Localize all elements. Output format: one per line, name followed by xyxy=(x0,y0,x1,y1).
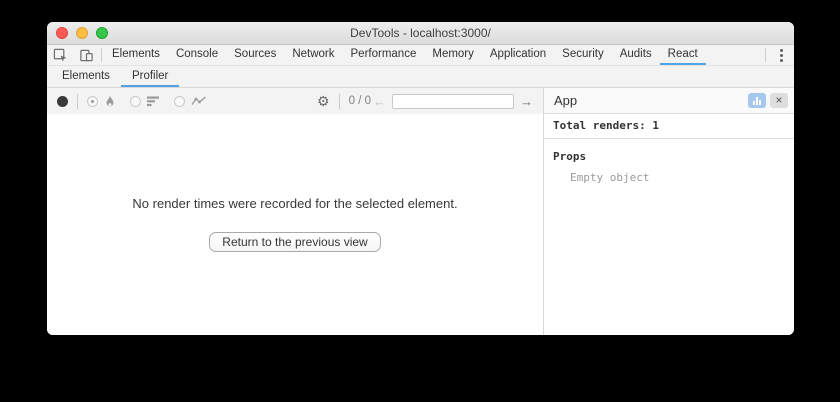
bar-chart-icon xyxy=(756,97,758,105)
tab-elements[interactable]: Elements xyxy=(104,45,168,65)
menu-divider xyxy=(765,48,766,62)
title-bar: DevTools - localhost:3000/ xyxy=(47,22,794,45)
flame-icon[interactable] xyxy=(104,95,116,108)
tab-audits[interactable]: Audits xyxy=(612,45,660,65)
minimize-window-button[interactable] xyxy=(76,27,88,39)
close-window-button[interactable] xyxy=(56,27,68,39)
tab-sources[interactable]: Sources xyxy=(226,45,284,65)
toggle-device-toolbar-button[interactable] xyxy=(73,45,99,65)
react-subtab-bar: Elements Profiler xyxy=(47,66,794,88)
inspect-cursor-icon xyxy=(53,48,68,63)
snapshot-counter: 0 / 0 xyxy=(349,95,371,107)
settings-gear-icon[interactable]: ⚙ xyxy=(317,94,330,108)
next-snapshot-arrow-icon[interactable]: → xyxy=(518,95,535,108)
tab-react[interactable]: React xyxy=(660,45,706,65)
bar-chart-icon xyxy=(759,100,761,105)
line-chart-icon[interactable] xyxy=(191,95,207,107)
kebab-menu-icon[interactable] xyxy=(768,45,794,65)
subtab-elements[interactable]: Elements xyxy=(51,66,121,87)
maximize-window-button[interactable] xyxy=(96,27,108,39)
ranked-view-option[interactable] xyxy=(130,96,160,107)
subtab-profiler[interactable]: Profiler xyxy=(121,66,179,87)
profiler-left-pane: ⚙ 0 / 0 ← → No render times were recorde… xyxy=(47,88,543,335)
selected-component-name: App xyxy=(554,93,577,108)
traffic-lights xyxy=(56,27,108,39)
toolbar-divider xyxy=(339,94,340,109)
close-panel-icon[interactable]: × xyxy=(770,93,788,108)
devtools-menu xyxy=(763,45,794,65)
flamegraph-radio[interactable] xyxy=(87,96,98,107)
tab-memory[interactable]: Memory xyxy=(424,45,482,65)
tab-application[interactable]: Application xyxy=(482,45,554,65)
return-previous-view-button[interactable]: Return to the previous view xyxy=(209,232,380,252)
interactions-view-option[interactable] xyxy=(174,95,207,107)
total-renders-row: Total renders: 1 xyxy=(544,114,794,139)
record-button[interactable] xyxy=(57,96,68,107)
ranked-bars-icon[interactable] xyxy=(147,96,160,107)
tab-performance[interactable]: Performance xyxy=(343,45,425,65)
inspect-element-button[interactable] xyxy=(47,45,73,65)
interactions-radio[interactable] xyxy=(174,96,185,107)
bar-chart-icon xyxy=(753,101,755,105)
element-details-pane: App × Total renders: 1 Props Empty objec… xyxy=(543,88,794,335)
flamegraph-view-option[interactable] xyxy=(87,95,116,108)
panel-buttons: × xyxy=(748,93,788,108)
props-value: Empty object xyxy=(570,171,785,184)
props-label: Props xyxy=(553,150,785,163)
snapshot-slider[interactable] xyxy=(392,94,514,109)
tab-console[interactable]: Console xyxy=(168,45,226,65)
previous-snapshot-arrow-icon[interactable]: ← xyxy=(371,95,388,108)
ranked-radio[interactable] xyxy=(130,96,141,107)
tab-network[interactable]: Network xyxy=(284,45,342,65)
devtools-window: DevTools - localhost:3000/ Elements Cons… xyxy=(47,22,794,335)
devtools-tab-bar: Elements Console Sources Network Perform… xyxy=(47,45,794,66)
details-panel-header: App × xyxy=(544,88,794,114)
tab-security[interactable]: Security xyxy=(554,45,612,65)
toolbar-divider xyxy=(101,48,102,62)
empty-state: No render times were recorded for the se… xyxy=(47,114,543,335)
screenshot-stage: DevTools - localhost:3000/ Elements Cons… xyxy=(0,0,840,402)
render-chart-button[interactable] xyxy=(748,93,766,108)
device-toolbar-icon xyxy=(79,48,94,63)
window-title: DevTools - localhost:3000/ xyxy=(47,26,794,40)
toolbar-divider xyxy=(77,94,78,109)
empty-state-message: No render times were recorded for the se… xyxy=(132,196,457,211)
profiler-toolbar: ⚙ 0 / 0 ← → xyxy=(47,88,543,114)
profiler-body: ⚙ 0 / 0 ← → No render times were recorde… xyxy=(47,88,794,335)
